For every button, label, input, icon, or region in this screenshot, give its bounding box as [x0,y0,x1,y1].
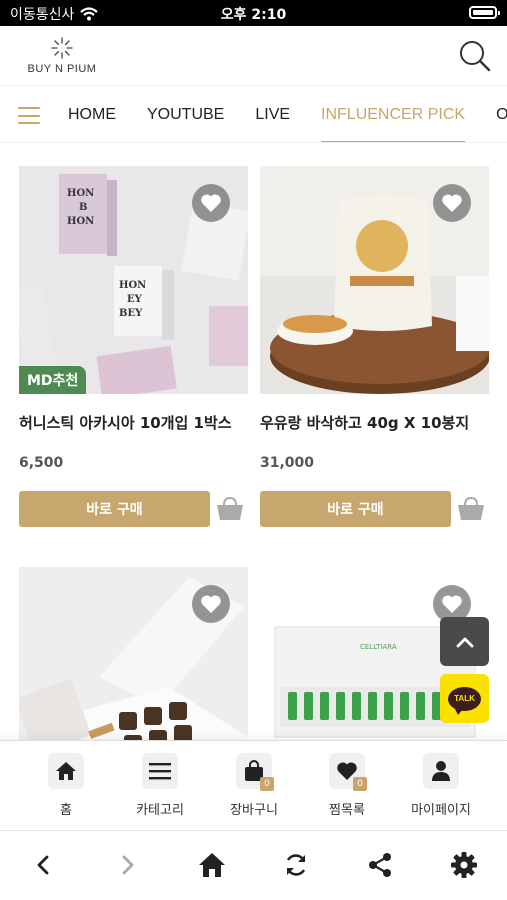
search-icon [460,41,491,72]
product-image[interactable] [260,166,489,394]
talk-icon: TALK [448,686,481,715]
tab-label: 홈 [60,803,72,818]
wishlist-button[interactable] [433,184,471,222]
svg-text:HON: HON [119,280,146,291]
refresh-button[interactable] [278,847,314,883]
browser-home-button[interactable] [194,847,230,883]
buy-now-button[interactable]: 바로 구매 [19,491,210,527]
nav-item-only[interactable]: ONLY [496,87,507,142]
logo-mark-icon [51,37,73,59]
buy-now-button[interactable]: 바로 구매 [260,491,451,527]
home-icon [199,853,225,877]
nav-item-live[interactable]: LIVE [255,87,290,142]
basket-icon [217,496,243,520]
product-name[interactable]: 우유랑 바삭하고 40g X 10봉지 [260,412,489,433]
category-nav: HOME YOUTUBE LIVE INFLUENCER PICK ONLY [0,87,507,143]
browser-toolbar [0,830,507,900]
svg-text:HON: HON [67,216,94,227]
search-button[interactable] [457,38,493,74]
ampoule-box-text: CELLTIARA [360,643,397,651]
share-icon [369,853,391,877]
person-icon [432,761,450,781]
battery-icon [469,6,500,19]
tab-label: 카테고리 [136,803,184,818]
heart-icon [442,595,462,613]
chevron-up-icon [456,637,473,647]
tab-category[interactable]: 카테고리 [115,753,205,818]
wishlist-button[interactable] [192,184,230,222]
svg-text:EY: EY [127,294,143,305]
chevron-left-icon [37,855,49,875]
tab-label: 장바구니 [230,803,278,818]
talk-label: TALK [454,694,475,703]
product-price: 6,500 [19,455,64,471]
tab-cart[interactable]: 0 장바구니 [209,753,299,818]
back-button[interactable] [25,847,61,883]
wishlist-count-badge: 0 [353,777,367,791]
settings-button[interactable] [446,847,482,883]
scroll-to-top-button[interactable] [440,617,489,666]
tab-label: 마이페이지 [411,803,471,818]
kakao-talk-button[interactable]: TALK [440,674,489,723]
cart-count-badge: 0 [260,777,274,791]
refresh-icon [286,854,306,876]
tab-home[interactable]: 홈 [21,753,111,818]
svg-text:B: B [79,202,87,213]
chevron-right-icon [122,855,134,875]
product-name[interactable]: 허니스틱 아카시아 10개입 1박스 [19,412,248,433]
svg-text:BEY: BEY [119,308,143,319]
product-image[interactable]: HON B HON HON EY BEY MD추천 [19,166,248,394]
logo-text: BUY N PIUM [27,63,97,75]
share-button[interactable] [362,847,398,883]
home-icon [56,762,76,780]
nav-item-influencer-pick[interactable]: INFLUENCER PICK [321,87,466,142]
nav-item-youtube[interactable]: YOUTUBE [147,87,224,142]
product-price: 31,000 [260,455,315,471]
svg-text:HON: HON [67,188,94,199]
menu-icon [149,763,171,780]
nav-item-home[interactable]: HOME [68,87,116,142]
tab-label: 찜목록 [329,803,365,818]
basket-icon [458,496,484,520]
hamburger-menu-icon[interactable] [18,107,40,124]
tab-mypage[interactable]: 마이페이지 [396,753,486,818]
add-to-cart-button[interactable] [215,494,245,524]
wishlist-button[interactable] [192,585,230,623]
product-card[interactable]: 우유랑 바삭하고 40g X 10봉지 31,000 바로 구매 [260,166,489,527]
product-card[interactable]: HON B HON HON EY BEY MD추천 허니스틱 아카시아 10개입 1박스… [19,166,248,527]
status-bar: 이동통신사 오후 2:10 [0,0,507,26]
add-to-cart-button[interactable] [456,494,486,524]
forward-button[interactable] [110,847,146,883]
bottom-tab-bar: 홈 카테고리 0 장바구니 0 찜목록 마이페이지 [0,740,507,830]
heart-icon [442,194,462,212]
brand-logo[interactable]: BUY N PIUM [22,36,102,75]
tab-wishlist[interactable]: 0 찜목록 [302,753,392,818]
gear-icon [451,852,477,878]
md-pick-badge: MD추천 [19,366,87,394]
heart-icon [201,194,221,212]
status-time: 오후 2:10 [220,7,287,23]
app-header: BUY N PIUM [0,26,507,86]
heart-icon [201,595,221,613]
